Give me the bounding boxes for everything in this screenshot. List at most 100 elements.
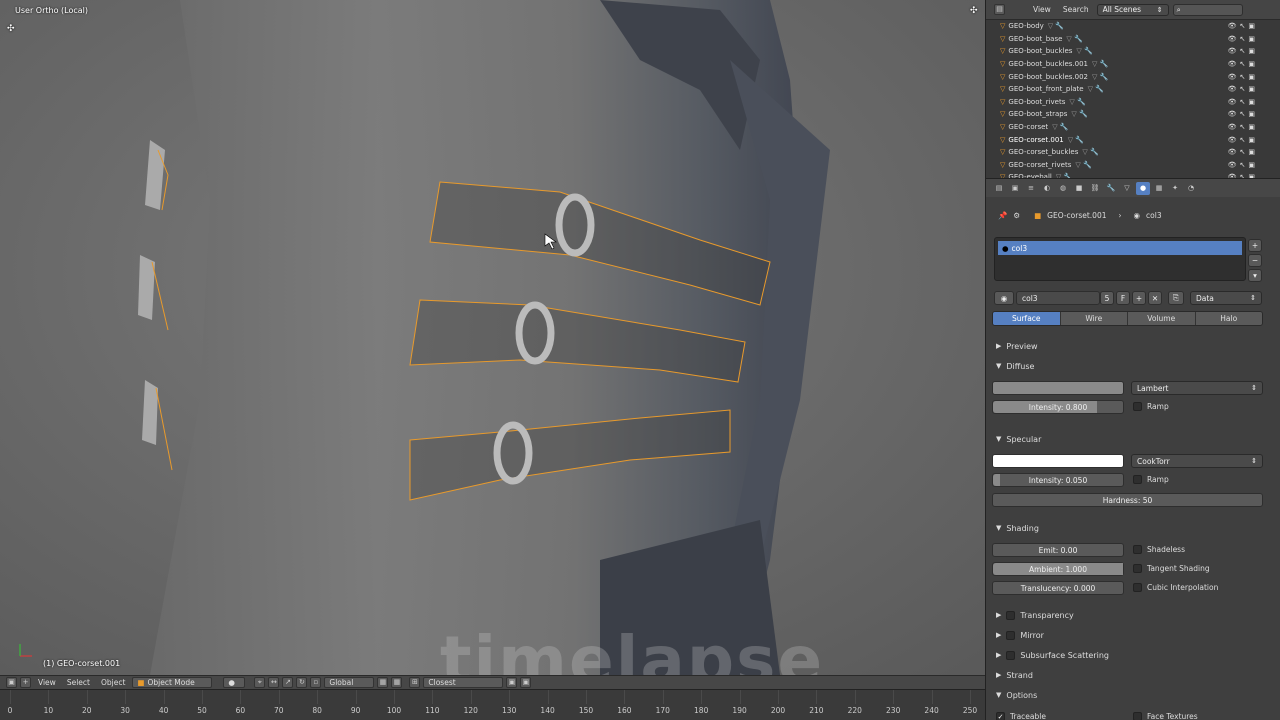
timeline[interactable]: 0 10 20 30 40 50 60 70 80 90 100 110 120 130 140 150 160… [0, 689, 985, 720]
browse-material-button[interactable]: ◉ [994, 291, 1014, 305]
add-slot-button[interactable]: + [1248, 239, 1262, 252]
specular-shader-dropdown[interactable]: CookTorr ⇕ [1131, 454, 1263, 468]
cubic-interpolation-checkbox[interactable]: Cubic Interpolation [1133, 583, 1218, 592]
camera-icon[interactable]: ▣ [520, 677, 532, 688]
outliner-item[interactable]: ▽ GEO-corset.001 ▽ 🔧 👁↖▣ [986, 133, 1280, 146]
tab-halo[interactable]: Halo [1195, 312, 1262, 325]
mode-dropdown[interactable]: ■ Object Mode [132, 677, 213, 688]
outliner-item[interactable]: ▽ GEO-boot_buckles.001 ▽ 🔧 👁↖▣ [986, 58, 1280, 71]
scene-filter-dropdown[interactable]: All Scenes ⇕ [1096, 3, 1169, 16]
visibility-icons[interactable]: 👁↖▣ [1228, 85, 1258, 93]
tab-wire[interactable]: Wire [1060, 312, 1128, 325]
outliner-item[interactable]: ▽ GEO-boot_buckles.002 ▽ 🔧 👁↖▣ [986, 70, 1280, 83]
3d-viewport[interactable]: User Ortho (Local) ✣ ✣ (1) GEO-corset.00… [0, 0, 985, 675]
panel-preview[interactable]: ▶ Preview [986, 337, 1280, 355]
world-tab-icon[interactable]: ◍ [1056, 182, 1070, 195]
diffuse-ramp-checkbox[interactable]: Ramp [1133, 402, 1169, 411]
visibility-icons[interactable]: 👁↖▣ [1228, 47, 1258, 55]
collapse-menu-icon[interactable]: + [20, 677, 31, 688]
sss-checkbox[interactable] [1006, 650, 1016, 660]
translate-icon[interactable]: ↗ [282, 677, 294, 688]
render-tab-icon[interactable]: ▣ [1008, 182, 1022, 195]
expand-icon[interactable]: ✣ [970, 6, 978, 16]
scale-icon[interactable]: ▫ [310, 677, 322, 688]
specular-intensity-slider[interactable]: Intensity: 0.050 [992, 473, 1124, 487]
hardness-slider[interactable]: Hardness: 50 [992, 493, 1263, 507]
grip-icon[interactable]: ✣ [7, 24, 15, 34]
tab-surface[interactable]: Surface [993, 312, 1061, 325]
scene-tab-icon[interactable]: ◐ [1040, 182, 1054, 195]
traceable-checkbox[interactable]: ✓ Traceable [996, 712, 1046, 720]
rotate-icon[interactable]: ↻ [296, 677, 308, 688]
outliner-item[interactable]: ▽ GEO-corset_rivets ▽ 🔧 👁↖▣ [986, 159, 1280, 172]
transparency-checkbox[interactable] [1006, 610, 1016, 620]
pin-icon[interactable]: 📌 [998, 211, 1007, 220]
panel-options[interactable]: ▼ Options [986, 686, 1280, 704]
orientation-dropdown[interactable]: Global [324, 677, 375, 688]
layer-icon[interactable]: ▦ [377, 677, 389, 688]
snap-target-dropdown[interactable]: Closest [423, 677, 504, 688]
particles-tab-icon[interactable]: ✦ [1168, 182, 1182, 195]
remove-slot-button[interactable]: − [1248, 254, 1262, 267]
visibility-icons[interactable]: 👁↖▣ [1228, 60, 1258, 68]
outliner-menu-search[interactable]: Search [1059, 4, 1093, 15]
visibility-icons[interactable]: 👁↖▣ [1228, 110, 1258, 118]
visibility-icons[interactable]: 👁↖▣ [1228, 35, 1258, 43]
panel-strand[interactable]: ▶ Strand [986, 666, 1280, 684]
material-name-field[interactable]: col3 [1016, 291, 1100, 305]
panel-diffuse[interactable]: ▼ Diffuse [986, 357, 1280, 375]
visibility-icons[interactable]: 👁↖▣ [1228, 73, 1258, 81]
snap-icon[interactable]: ⊞ [409, 677, 421, 688]
node-toggle-button[interactable]: ⎘ [1168, 291, 1184, 305]
outliner-item[interactable]: ▽ GEO-body ▽ 🔧 👁↖▣ [986, 20, 1280, 33]
modifiers-tab-icon[interactable]: 🔧 [1104, 182, 1118, 195]
panel-transparency[interactable]: ▶ Transparency [986, 606, 1280, 624]
outliner-item[interactable]: ▽ GEO-boot_straps ▽ 🔧 👁↖▣ [986, 108, 1280, 121]
slot-specials-button[interactable]: ▾ [1248, 269, 1262, 282]
menu-view[interactable]: View [34, 677, 60, 688]
menu-object[interactable]: Object [97, 677, 129, 688]
specular-color-swatch[interactable] [992, 454, 1124, 468]
texture-tab-icon[interactable]: ▦ [1152, 182, 1166, 195]
outliner-item[interactable]: ▽ GEO-corset_buckles ▽ 🔧 👁↖▣ [986, 146, 1280, 159]
emit-field[interactable]: Emit: 0.00 [992, 543, 1124, 557]
physics-tab-icon[interactable]: ◔ [1184, 182, 1198, 195]
link-dropdown[interactable]: Data ⇕ [1190, 291, 1262, 305]
material-slot-list[interactable]: ● col3 [994, 237, 1246, 281]
tab-volume[interactable]: Volume [1128, 312, 1196, 325]
editor-type-icon[interactable]: ▣ [6, 677, 17, 688]
outliner-search-input[interactable]: ⌕ [1172, 3, 1243, 16]
new-material-button[interactable]: + [1132, 291, 1146, 305]
outliner-item[interactable]: ▽ GEO-boot_base ▽ 🔧 👁↖▣ [986, 33, 1280, 46]
material-tab-icon[interactable]: ● [1136, 181, 1150, 195]
menu-select[interactable]: Select [63, 677, 94, 688]
diffuse-shader-dropdown[interactable]: Lambert ⇕ [1131, 381, 1263, 395]
tangent-shading-checkbox[interactable]: Tangent Shading [1133, 564, 1210, 573]
render-icon[interactable]: ▣ [506, 677, 518, 688]
material-slot-item[interactable]: ● col3 [998, 241, 1242, 255]
visibility-icons[interactable]: 👁↖▣ [1228, 136, 1258, 144]
layer-lock-icon[interactable]: ▦ [391, 677, 403, 688]
properties-editor-icon[interactable]: ▤ [992, 182, 1006, 195]
outliner-item[interactable]: ▽ GEO-corset ▽ 🔧 👁↖▣ [986, 121, 1280, 134]
material-users-count[interactable]: 5 [1100, 291, 1114, 305]
panel-shading[interactable]: ▼ Shading [986, 519, 1280, 537]
ambient-field[interactable]: Ambient: 1.000 [992, 562, 1124, 576]
shadeless-checkbox[interactable]: Shadeless [1133, 545, 1185, 554]
outliner-menu-view[interactable]: View [1029, 4, 1055, 15]
diffuse-color-swatch[interactable] [992, 381, 1124, 395]
layers-tab-icon[interactable]: ≡ [1024, 182, 1038, 195]
visibility-icons[interactable]: 👁↖▣ [1228, 161, 1258, 169]
outliner-item[interactable]: ▽ GEO-boot_buckles ▽ 🔧 👁↖▣ [986, 45, 1280, 58]
pivot-icon[interactable]: ⌖ [254, 677, 266, 688]
shading-dropdown[interactable]: ● [223, 677, 246, 688]
constraints-tab-icon[interactable]: ⛓ [1088, 182, 1102, 195]
translucency-field[interactable]: Translucency: 0.000 [992, 581, 1124, 595]
outliner-item[interactable]: ▽ GEO-eyeball ▽ 🔧 👁↖▣ [986, 171, 1280, 178]
panel-sss[interactable]: ▶ Subsurface Scattering [986, 646, 1280, 664]
visibility-icons[interactable]: 👁↖▣ [1228, 148, 1258, 156]
outliner-item[interactable]: ▽ GEO-boot_front_plate ▽ 🔧 👁↖▣ [986, 83, 1280, 96]
object-tab-icon[interactable]: ■ [1072, 182, 1086, 195]
data-tab-icon[interactable]: ▽ [1120, 182, 1134, 195]
outliner-item[interactable]: ▽ GEO-boot_rivets ▽ 🔧 👁↖▣ [986, 96, 1280, 109]
